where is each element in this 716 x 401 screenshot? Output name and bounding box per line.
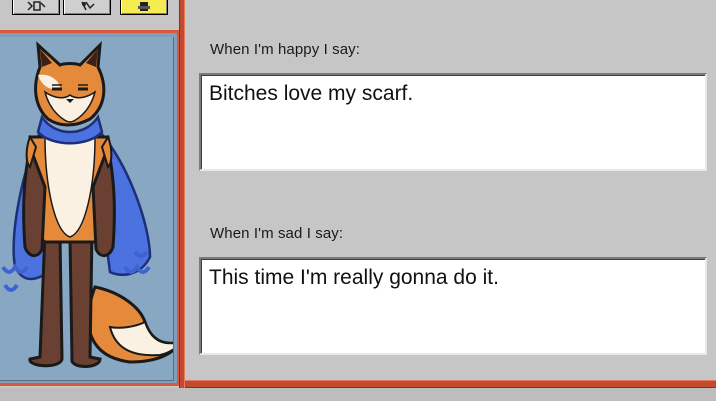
happy-text-field[interactable]: Bitches love my scarf. xyxy=(199,73,707,171)
character-portrait xyxy=(0,37,174,381)
character-icon xyxy=(76,0,98,12)
character-editor-window: When I'm happy I say: Bitches love my sc… xyxy=(0,0,716,401)
sad-text-field[interactable]: This time I'm really gonna do it. xyxy=(199,257,707,355)
tab-button-3[interactable] xyxy=(120,0,168,15)
bottom-border xyxy=(185,380,716,388)
tab-button-1[interactable] xyxy=(12,0,60,15)
character-panel xyxy=(0,0,182,401)
sad-label: When I'm sad I say: xyxy=(210,225,344,242)
character-icon xyxy=(133,0,155,12)
character-icon xyxy=(25,0,47,12)
portrait-frame xyxy=(0,30,180,386)
bottom-strip xyxy=(0,388,716,401)
tab-strip xyxy=(0,0,178,17)
tab-button-2[interactable] xyxy=(63,0,111,15)
panel-divider xyxy=(179,0,185,388)
fox-character-image xyxy=(1,41,173,368)
happy-label: When I'm happy I say: xyxy=(210,41,361,58)
